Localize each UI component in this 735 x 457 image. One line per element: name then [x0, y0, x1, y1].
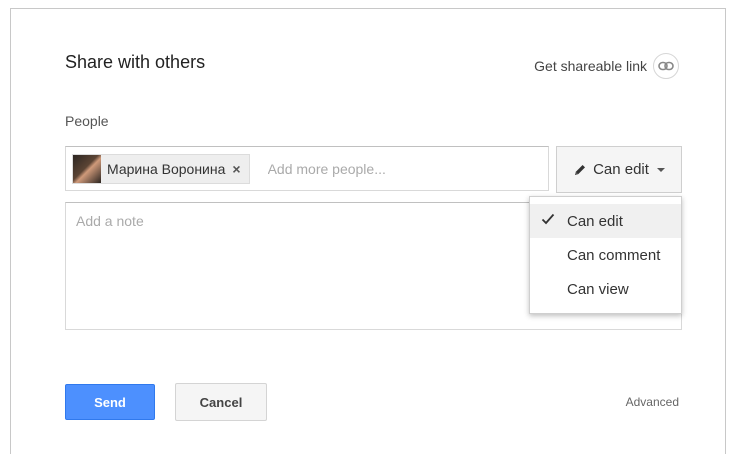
menu-item-can-edit[interactable]: Can edit: [530, 204, 681, 238]
advanced-link[interactable]: Advanced: [626, 395, 679, 409]
menu-item-label: Can comment: [567, 246, 661, 264]
people-label: People: [65, 113, 109, 129]
dialog-title: Share with others: [65, 52, 206, 72]
shareable-link-label: Get shareable link: [534, 58, 647, 74]
add-people-input[interactable]: [265, 159, 490, 178]
share-dialog: Share with others Get shareable link Peo…: [10, 8, 726, 454]
chevron-down-icon: [656, 167, 665, 172]
menu-item-label: Can view: [567, 280, 629, 298]
menu-item-label: Can edit: [567, 212, 623, 230]
person-chip: Марина Воронина ×: [72, 153, 250, 184]
menu-item-can-view[interactable]: Can view: [530, 272, 681, 306]
link-icon[interactable]: [653, 53, 679, 79]
close-icon[interactable]: ×: [232, 161, 240, 177]
send-button[interactable]: Send: [65, 384, 155, 420]
menu-item-can-comment[interactable]: Can comment: [530, 238, 681, 272]
cancel-button[interactable]: Cancel: [175, 383, 267, 421]
person-chip-name: Марина Воронина: [107, 160, 226, 177]
people-field[interactable]: Марина Воронина ×: [65, 146, 549, 191]
permission-menu: Can edit Can comment Can view: [529, 196, 682, 314]
check-icon: [541, 213, 555, 225]
permission-dropdown-button[interactable]: Can edit: [556, 146, 682, 193]
pencil-icon: [575, 164, 586, 175]
get-shareable-link-button[interactable]: Get shareable link: [534, 52, 679, 80]
permission-selected-label: Can edit: [593, 161, 649, 178]
avatar: [73, 154, 101, 183]
